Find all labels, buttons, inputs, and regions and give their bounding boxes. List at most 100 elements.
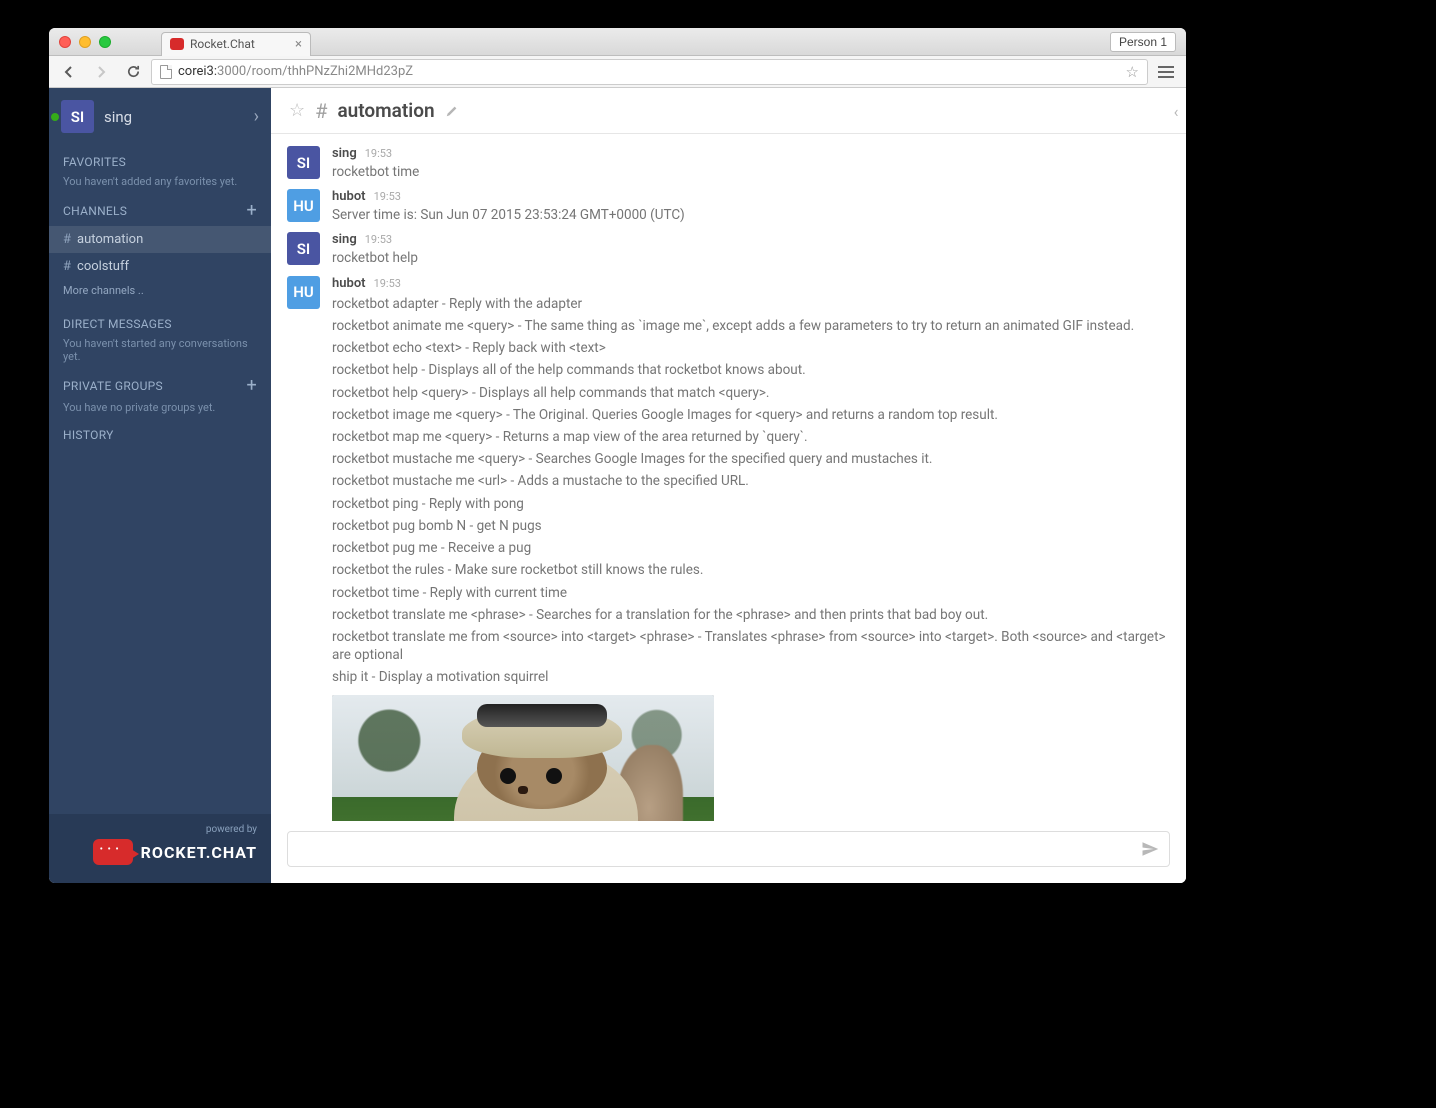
rocketchat-bubble-icon xyxy=(93,839,133,865)
dm-empty: You haven't started any conversations ye… xyxy=(63,337,257,363)
message-time: 19:53 xyxy=(374,277,401,290)
message-avatar: HU xyxy=(287,276,320,309)
hash-icon: # xyxy=(63,259,71,274)
bookmark-star-icon[interactable]: ☆ xyxy=(1126,63,1139,81)
help-line: rocketbot image me <query> - The Origina… xyxy=(332,404,1170,426)
message-author: hubot xyxy=(332,276,366,291)
favorites-empty: You haven't added any favorites yet. xyxy=(63,175,257,188)
more-channels-link[interactable]: More channels .. xyxy=(49,280,271,307)
open-flex-panel-icon[interactable]: ‹ xyxy=(1166,88,1186,134)
help-line: rocketbot pug bomb N - get N pugs xyxy=(332,515,1170,537)
edit-channel-icon[interactable] xyxy=(445,104,459,118)
favorites-section: FAVORITES You haven't added any favorite… xyxy=(49,145,271,192)
page-icon xyxy=(160,65,172,79)
browser-window: Rocket.Chat × Person 1 corei3:3000/room/… xyxy=(49,28,1186,883)
dm-section: DIRECT MESSAGES You haven't started any … xyxy=(49,307,271,367)
sidebar-footer: powered by ROCKET.CHAT xyxy=(49,814,271,883)
history-heading: HISTORY xyxy=(63,428,257,442)
help-line: rocketbot echo <text> - Reply back with … xyxy=(332,337,1170,359)
message-text: rocketbot help xyxy=(332,247,1170,269)
channel-item-automation[interactable]: #automation xyxy=(49,226,271,253)
zoom-window-icon[interactable] xyxy=(99,36,111,48)
tab-strip: Rocket.Chat × xyxy=(161,28,311,56)
message-input-wrap xyxy=(287,831,1170,867)
back-button[interactable] xyxy=(55,59,83,85)
channel-name: coolstuff xyxy=(77,259,129,274)
forward-button xyxy=(87,59,115,85)
dm-heading: DIRECT MESSAGES xyxy=(63,317,257,331)
tab-close-icon[interactable]: × xyxy=(295,37,302,52)
app-content: SI sing › FAVORITES You haven't added an… xyxy=(49,88,1186,883)
help-line: rocketbot pug me - Receive a pug xyxy=(332,537,1170,559)
help-line: rocketbot the rules - Make sure rocketbo… xyxy=(332,559,1170,581)
help-line: rocketbot adapter - Reply with the adapt… xyxy=(332,293,1170,315)
browser-tab[interactable]: Rocket.Chat × xyxy=(161,32,311,56)
private-groups-heading: PRIVATE GROUPS xyxy=(63,379,163,393)
message-time: 19:53 xyxy=(365,147,392,160)
channel-item-coolstuff[interactable]: # coolstuff xyxy=(49,253,271,280)
message: HU hubot 19:53 rocketbot adapter - Reply wi… xyxy=(271,272,1186,821)
presence-online-icon xyxy=(51,113,59,121)
message: SI sing 19:53rocketbot time xyxy=(271,142,1186,185)
message-avatar: HU xyxy=(287,189,320,222)
main-panel: ☆ # automation ‹ SIsing19:53rocketbot ti… xyxy=(271,88,1186,883)
channels-heading: CHANNELS xyxy=(63,204,127,218)
message-list[interactable]: SIsing19:53rocketbot timeHUhubot19:53Ser… xyxy=(271,134,1186,821)
rocketchat-favicon-icon xyxy=(170,38,184,50)
help-line: rocketbot mustache me <query> - Searches… xyxy=(332,448,1170,470)
private-groups-empty: You have no private groups yet. xyxy=(63,401,257,414)
message-time: 19:53 xyxy=(374,190,401,203)
profile-button[interactable]: Person 1 xyxy=(1110,32,1176,52)
history-section: HISTORY xyxy=(49,418,271,446)
message-avatar: SI xyxy=(287,232,320,265)
url-host: corei3: xyxy=(178,64,217,79)
help-line: rocketbot animate me <query> - The same … xyxy=(332,315,1170,337)
help-line: rocketbot translate me from <source> int… xyxy=(332,626,1170,666)
user-avatar: SI xyxy=(61,100,94,133)
help-line: rocketbot map me <query> - Returns a map… xyxy=(332,426,1170,448)
message-avatar: SI xyxy=(287,146,320,179)
rocketchat-wordmark: ROCKET.CHAT xyxy=(141,843,257,862)
minimize-window-icon[interactable] xyxy=(79,36,91,48)
url-path: 3000/room/thhPNzZhi2MHd23pZ xyxy=(217,64,413,79)
message-author: sing xyxy=(332,232,357,247)
channel-title: automation xyxy=(337,99,434,122)
favorites-heading: FAVORITES xyxy=(63,155,257,169)
chevron-right-icon[interactable]: › xyxy=(254,106,259,127)
url-bar[interactable]: corei3:3000/room/thhPNzZhi2MHd23pZ ☆ xyxy=(151,59,1148,85)
hash-icon: # xyxy=(63,232,71,247)
message-author: hubot xyxy=(332,189,366,204)
message-image[interactable] xyxy=(332,695,714,821)
help-line: rocketbot time - Reply with current time xyxy=(332,582,1170,604)
message-time: 19:53 xyxy=(365,233,392,246)
channel-hash-icon: # xyxy=(315,99,327,123)
message-input[interactable] xyxy=(298,841,1141,857)
browser-menu-icon[interactable] xyxy=(1158,66,1174,78)
powered-by-label: powered by xyxy=(206,824,257,835)
channels-section: CHANNELS + xyxy=(49,192,271,220)
help-line: rocketbot ping - Reply with pong xyxy=(332,493,1170,515)
sidebar-username: sing xyxy=(104,108,132,126)
help-line: rocketbot help <query> - Displays all he… xyxy=(332,382,1170,404)
favorite-star-icon[interactable]: ☆ xyxy=(289,100,305,121)
help-line: ship it - Display a motivation squirrel xyxy=(332,666,1170,688)
add-channel-icon[interactable]: + xyxy=(246,202,257,220)
close-window-icon[interactable] xyxy=(59,36,71,48)
sidebar-user-row[interactable]: SI sing › xyxy=(49,88,271,145)
toolbar: corei3:3000/room/thhPNzZhi2MHd23pZ ☆ xyxy=(49,56,1186,88)
composer xyxy=(271,821,1186,883)
message-author: sing xyxy=(332,146,357,161)
help-line: rocketbot translate me <phrase> - Search… xyxy=(332,604,1170,626)
message-text: Server time is: Sun Jun 07 2015 23:53:24… xyxy=(332,204,1170,226)
send-icon[interactable] xyxy=(1141,840,1159,858)
sidebar: SI sing › FAVORITES You haven't added an… xyxy=(49,88,271,883)
message-help-block: rocketbot adapter - Reply with the adapt… xyxy=(332,293,1170,689)
help-line: rocketbot help - Displays all of the hel… xyxy=(332,359,1170,381)
message-text: rocketbot time xyxy=(332,161,1170,183)
rocketchat-logo[interactable]: ROCKET.CHAT xyxy=(93,839,257,865)
message: SI sing 19:53rocketbot help xyxy=(271,228,1186,271)
private-groups-section: PRIVATE GROUPS + You have no private gro… xyxy=(49,367,271,418)
reload-button[interactable] xyxy=(119,59,147,85)
channel-header: ☆ # automation ‹ xyxy=(271,88,1186,134)
add-private-group-icon[interactable]: + xyxy=(246,377,257,395)
